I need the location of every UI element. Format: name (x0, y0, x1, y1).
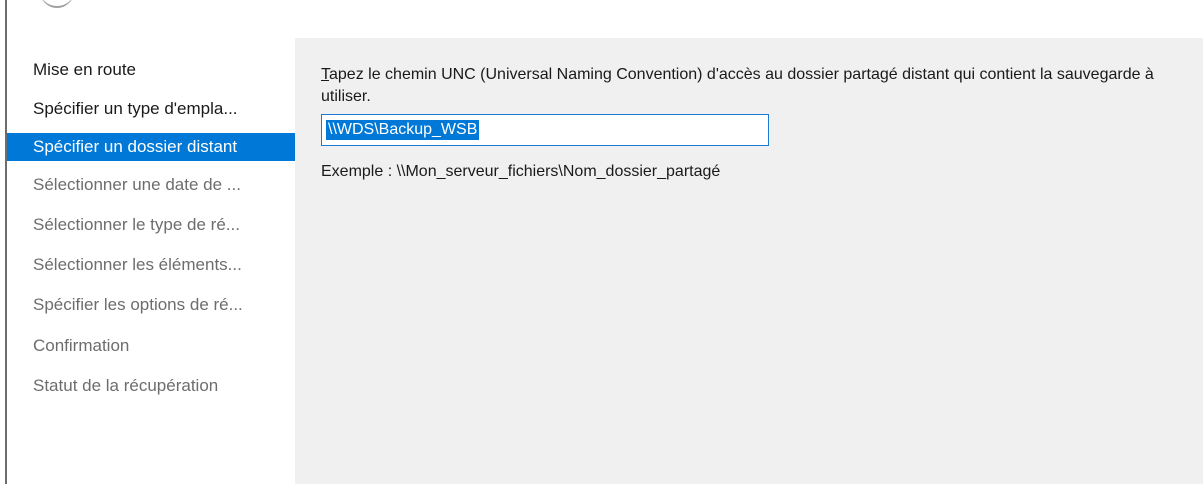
unc-path-prompt: Tapez le chemin UNC (Universal Naming Co… (321, 64, 1196, 108)
nav-step-confirmation: Confirmation (33, 336, 130, 355)
nav-step-dossier-distant[interactable]: Spécifier un dossier distant (7, 133, 295, 161)
wizard-content-pane: Tapez le chemin UNC (Universal Naming Co… (295, 38, 1203, 484)
prompt-access-key: T (321, 66, 329, 83)
unc-path-example: Exemple : \\Mon_serveur_fichiers\Nom_dos… (321, 163, 721, 180)
unc-path-input-value[interactable]: \\WDS\Backup_WSB (326, 120, 480, 140)
prompt-text: apez le chemin UNC (Universal Naming Con… (321, 66, 1154, 105)
nav-step-type-emplacement[interactable]: Spécifier un type d'empla... (7, 95, 295, 123)
nav-step-type-recuperation: Sélectionner le type de ré... (33, 215, 240, 234)
nav-step-statut: Statut de la récupération (33, 376, 219, 395)
nav-step-options: Spécifier les options de ré... (33, 295, 243, 314)
nav-step-date: Sélectionner une date de ... (33, 175, 241, 194)
wizard-header-icon (40, 0, 74, 8)
unc-path-input[interactable]: \\WDS\Backup_WSB (321, 114, 769, 146)
nav-step-mise-en-route[interactable]: Mise en route (7, 56, 295, 84)
wizard-steps-nav: Mise en route Spécifier un type d'empla.… (7, 38, 295, 484)
nav-step-elements: Sélectionner les éléments... (33, 255, 242, 274)
